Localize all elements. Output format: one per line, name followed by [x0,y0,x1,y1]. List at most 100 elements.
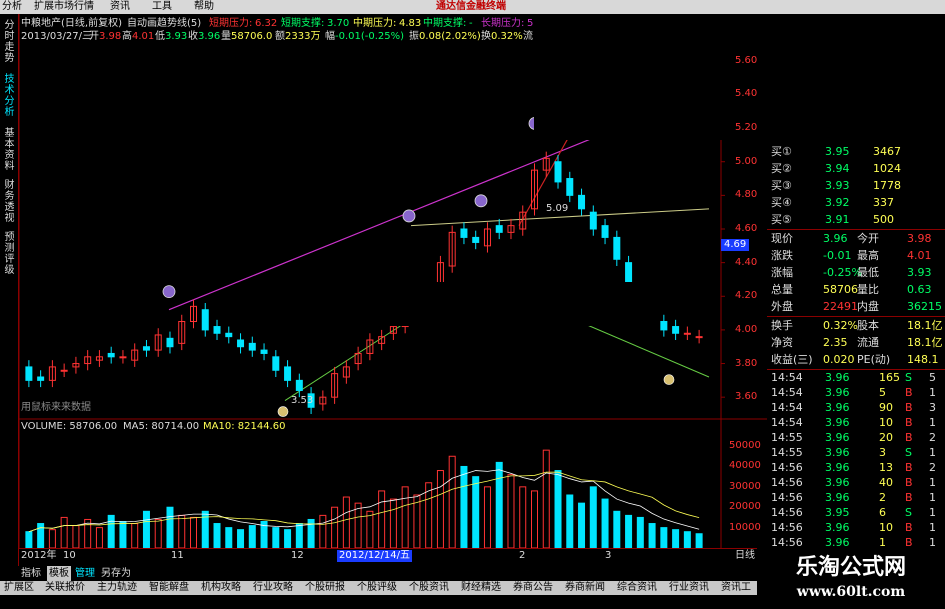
stat-label: 收益(三) [771,353,813,366]
volume-bar [542,449,550,548]
bottom-tab[interactable]: 行业攻略 [253,581,293,595]
stat-value: 3.93 [907,266,932,279]
bottom-tab[interactable]: 个股研报 [305,581,345,595]
x-axis-label-year: 2012年 [21,550,57,561]
mid-support-label: 中期支撑: [423,18,467,29]
volume-bar [495,461,503,548]
stat-label: 股本 [857,319,879,332]
bottom-tab[interactable]: 扩展区 [4,581,34,595]
bottom-tab[interactable]: 券商新闻 [565,581,605,595]
volume-bar [672,529,680,548]
bottom-tab[interactable]: 综合资讯 [617,581,657,595]
bottom-tab[interactable]: 个股资讯 [409,581,449,595]
candle [166,337,174,348]
candle [119,356,127,359]
tab-save-as[interactable]: 另存为 [101,566,131,581]
tick-row: 14:54 3.96 165 S 5 [767,370,945,385]
bid-price: 3.92 [825,196,850,209]
tick-row: 14:54 3.96 10 B 1 [767,415,945,430]
tab-manage[interactable]: 管理 [75,566,95,581]
tab-template[interactable]: 模板 [47,566,71,581]
menu-news[interactable]: 资讯 [110,0,130,14]
candle [589,211,597,230]
volume-bar [448,455,456,548]
bottom-tab[interactable]: 券商公告 [513,581,553,595]
bid-volume: 500 [873,213,894,226]
tick-side: B [905,491,913,504]
bottom-tab[interactable]: 主力轨迹 [97,581,137,595]
bottom-tab[interactable]: 个股评级 [357,581,397,595]
volume-bar [119,521,127,548]
stat-value: 2.35 [823,336,848,349]
tab-indicator[interactable]: 指标 [21,566,41,581]
black-overlay-top-right [534,14,767,140]
tick-price: 3.96 [825,431,850,444]
side-tab-timeshare[interactable]: 分时走势 [2,20,17,64]
bottom-tab[interactable]: 关联报价 [45,581,85,595]
side-tab-financials[interactable]: 财务透视 [2,180,17,224]
candle [107,352,115,358]
bid-volume: 3467 [873,145,901,158]
bottom-tab[interactable]: 资讯工 [721,581,751,595]
stat-label: 净资 [771,336,793,349]
bid-label: 买⑤ [771,213,792,226]
tick-side: B [905,521,913,534]
side-tab-technical[interactable]: 技术分析 [2,74,17,118]
bottom-tab[interactable]: 财经精选 [461,581,501,595]
kline-chart-area[interactable]: 中粮地产(日线,前复权) 自动画趋势线(5) 短期压力: 6.32 短期支撑: … [19,14,767,548]
candle [601,225,609,238]
tick-time: 14:54 [771,416,803,429]
price-tick-label: 5.40 [735,88,758,100]
tick-count: 1 [929,476,936,489]
bid-label: 买② [771,162,792,175]
mid-resistance-label: 中期压力: [353,18,397,29]
bid-row[interactable]: 买① 3.95 3467 [767,143,945,160]
tick-price: 3.96 [825,401,850,414]
side-tab-forecast[interactable]: 预测评级 [2,232,17,276]
indicator-name: 自动画趋势线(5) [127,18,202,29]
tick-volume: 90 [879,401,893,414]
menu-extended-market[interactable]: 扩展市场行情 [34,0,94,14]
candle [495,225,503,233]
tick-price: 3.96 [825,461,850,474]
bid-row[interactable]: 买② 3.94 1024 [767,160,945,177]
bid-row[interactable]: 买⑤ 3.91 500 [767,211,945,228]
tick-volume: 13 [879,461,893,474]
candle [554,161,562,183]
amplitude-label: 振 [409,31,419,42]
bid-row[interactable]: 买③ 3.93 1778 [767,177,945,194]
long-resistance-value: 5 [527,18,534,29]
tick-side: B [905,401,913,414]
menu-tools[interactable]: 工具 [152,0,172,14]
stat-value: 0.32% [823,319,858,332]
stat-row: 收益(三) 0.020 PE(动) 148.1 [767,351,945,368]
bottom-tab[interactable]: 智能解盘 [149,581,189,595]
low-label: 低 [155,31,165,42]
period-label[interactable]: 日线 [735,550,755,562]
tick-count: 2 [929,431,936,444]
bid-price: 3.91 [825,213,850,226]
bid-row[interactable]: 买④ 3.92 337 [767,194,945,211]
side-tab-fundamentals[interactable]: 基本资料 [2,128,17,172]
menu-help[interactable]: 帮助 [194,0,214,14]
volume-bar [507,474,515,548]
x-axis-cursor-date: 2012/12/14/五 [337,550,413,562]
tick-volume: 10 [879,521,893,534]
tick-side: B [905,386,913,399]
bid-price: 3.94 [825,162,850,175]
menu-analysis[interactable]: 分析 [2,0,22,14]
amplitude-value: 0.08(2.02%) [419,31,481,42]
tick-time: 14:56 [771,476,803,489]
tick-row: 14:55 3.96 20 B 2 [767,430,945,445]
tick-volume: 2 [879,491,886,504]
stat-label: 涨跌 [771,249,793,262]
candle [695,336,703,339]
bottom-tab[interactable]: 行业资讯 [669,581,709,595]
candle [660,321,668,331]
bid-price: 3.93 [825,179,850,192]
volume-bar [25,531,33,548]
tick-count: 1 [929,506,936,519]
candle [578,194,586,210]
price-tick-label: 4.00 [735,323,758,335]
bottom-tab[interactable]: 机构攻略 [201,581,241,595]
